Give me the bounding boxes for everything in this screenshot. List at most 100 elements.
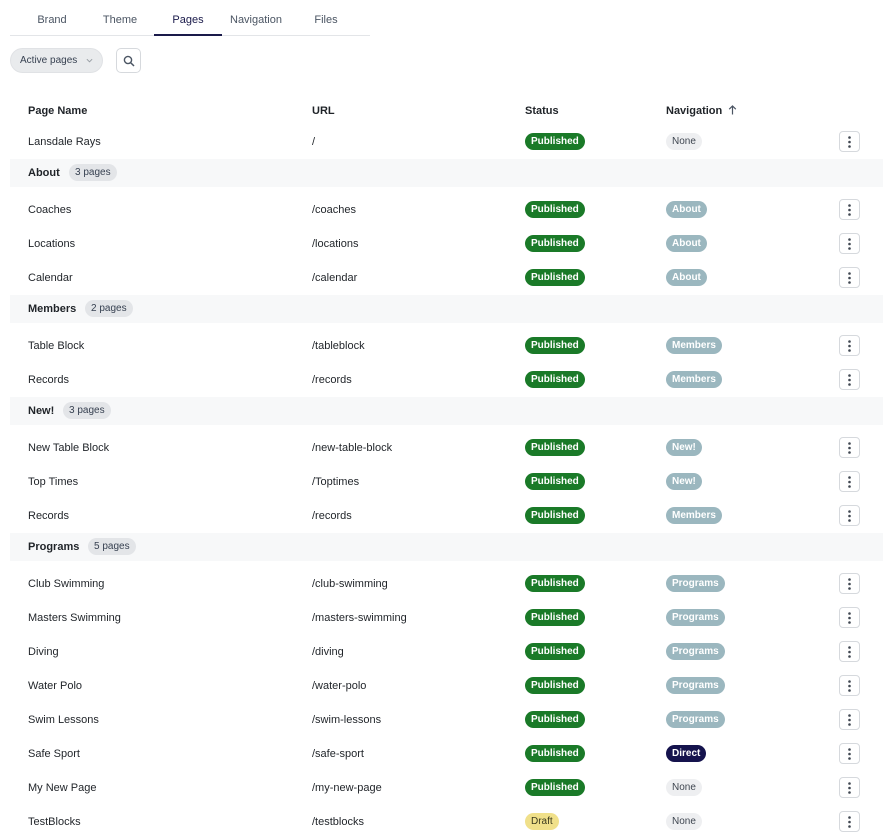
more-vertical-icon — [848, 238, 851, 250]
row-actions-button[interactable] — [839, 607, 860, 628]
more-vertical-icon — [848, 136, 851, 148]
table-row[interactable]: New Table Block/new-table-block Published… — [10, 431, 883, 465]
navigation-badge: Programs — [666, 677, 725, 694]
status-badge: Published — [525, 269, 585, 286]
page-url: /water-polo — [312, 680, 367, 692]
row-actions-button[interactable] — [839, 641, 860, 662]
page-name: Records — [28, 374, 69, 386]
row-actions-button[interactable] — [839, 437, 860, 458]
page-name: Table Block — [28, 340, 85, 352]
table-row[interactable]: My New Page/my-new-page Published None — [10, 771, 883, 805]
table-row[interactable]: Records/records Published Members — [10, 363, 883, 397]
row-actions-button[interactable] — [839, 267, 860, 288]
table-row[interactable]: Top Times/Toptimes Published New! — [10, 465, 883, 499]
group-row: About 3 pages — [10, 159, 883, 187]
more-vertical-icon — [848, 578, 851, 590]
row-actions-button[interactable] — [839, 743, 860, 764]
status-badge: Published — [525, 609, 585, 626]
row-actions-button[interactable] — [839, 335, 860, 356]
page-url: /records — [312, 510, 352, 522]
page-name: My New Page — [28, 782, 97, 794]
table-row[interactable]: Coaches/coaches Published About — [10, 193, 883, 227]
page-url: /testblocks — [312, 816, 364, 828]
group-name: Programs — [28, 541, 80, 553]
page-url: /records — [312, 374, 352, 386]
navigation-badge: New! — [666, 439, 702, 456]
row-actions-button[interactable] — [839, 573, 860, 594]
table-row[interactable]: Lansdale Rays / Published None — [10, 125, 883, 159]
navigation-badge: About — [666, 235, 707, 252]
table-row[interactable]: TestBlocks/testblocks Draft None — [10, 805, 883, 839]
row-actions-button[interactable] — [839, 471, 860, 492]
table-row[interactable]: Calendar/calendar Published About — [10, 261, 883, 295]
row-actions-button[interactable] — [839, 675, 860, 696]
status-badge: Published — [525, 371, 585, 388]
page-name: Swim Lessons — [28, 714, 99, 726]
page-name: Lansdale Rays — [28, 136, 101, 148]
table-row[interactable]: Table Block/tableblock Published Members — [10, 329, 883, 363]
page-name: Coaches — [28, 204, 72, 216]
more-vertical-icon — [848, 612, 851, 624]
column-header-url[interactable]: URL — [312, 105, 335, 117]
tab-theme[interactable]: Theme — [93, 0, 147, 35]
row-actions-button[interactable] — [839, 811, 860, 832]
row-actions-button[interactable] — [839, 199, 860, 220]
page-url: /new-table-block — [312, 442, 393, 454]
tab-brand[interactable]: Brand — [27, 0, 77, 35]
group-row: Programs 5 pages — [10, 533, 883, 561]
table-row[interactable]: Diving/diving Published Programs — [10, 635, 883, 669]
more-vertical-icon — [848, 374, 851, 386]
page-url: /calendar — [312, 272, 358, 284]
search-button[interactable] — [116, 48, 141, 73]
status-badge: Published — [525, 643, 585, 660]
page-name: Water Polo — [28, 680, 83, 692]
row-actions-button[interactable] — [839, 709, 860, 730]
more-vertical-icon — [848, 510, 851, 522]
row-actions-button[interactable] — [839, 233, 860, 254]
page-url: /club-swimming — [312, 578, 388, 590]
status-badge: Published — [525, 201, 585, 218]
row-actions-button[interactable] — [839, 369, 860, 390]
group-name: New! — [28, 405, 55, 417]
tab-navigation[interactable]: Navigation — [224, 0, 288, 35]
navigation-badge: None — [666, 813, 702, 830]
more-vertical-icon — [848, 714, 851, 726]
status-badge: Published — [525, 473, 585, 490]
table-row[interactable]: Safe Sport/safe-sport Published Direct — [10, 737, 883, 771]
row-actions-button[interactable] — [839, 131, 860, 152]
tab-pages[interactable]: Pages — [154, 0, 222, 36]
row-actions-button[interactable] — [839, 505, 860, 526]
page-url: /swim-lessons — [312, 714, 382, 726]
navigation-badge: About — [666, 201, 707, 218]
more-vertical-icon — [848, 782, 851, 794]
status-badge: Published — [525, 711, 585, 728]
navigation-badge: Members — [666, 371, 722, 388]
navigation-badge: Programs — [666, 643, 725, 660]
status-badge: Published — [525, 779, 585, 796]
page-name: Masters Swimming — [28, 612, 121, 624]
table-row[interactable]: Records/records Published Members — [10, 499, 883, 533]
table-row[interactable]: Swim Lessons/swim-lessons Published Progra… — [10, 703, 883, 737]
column-header-page-name[interactable]: Page Name — [28, 105, 87, 117]
table-row[interactable]: Water Polo/water-polo Published Programs — [10, 669, 883, 703]
page-url: /coaches — [312, 204, 357, 216]
table-row[interactable]: Masters Swimming/masters-swimming Publish… — [10, 601, 883, 635]
active-pages-filter[interactable]: Active pages — [10, 48, 103, 73]
tab-files[interactable]: Files — [306, 0, 346, 35]
more-vertical-icon — [848, 646, 851, 658]
page-name: Top Times — [28, 476, 79, 488]
table-row[interactable]: Club Swimming/club-swimming Published Prog… — [10, 567, 883, 601]
page-name: Safe Sport — [28, 748, 80, 760]
status-badge: Published — [525, 439, 585, 456]
column-header-navigation[interactable]: Navigation — [666, 105, 737, 117]
page-name: New Table Block — [28, 442, 110, 454]
navigation-badge: Members — [666, 507, 722, 524]
table-header: Page Name URL Status Navigation — [10, 96, 883, 126]
page-name: Diving — [28, 646, 59, 658]
sort-ascending-icon — [729, 105, 737, 115]
row-actions-button[interactable] — [839, 777, 860, 798]
column-header-status[interactable]: Status — [525, 105, 559, 117]
table-row[interactable]: Locations/locations Published About — [10, 227, 883, 261]
filter-label: Active pages — [20, 55, 78, 66]
navigation-badge: Members — [666, 337, 722, 354]
